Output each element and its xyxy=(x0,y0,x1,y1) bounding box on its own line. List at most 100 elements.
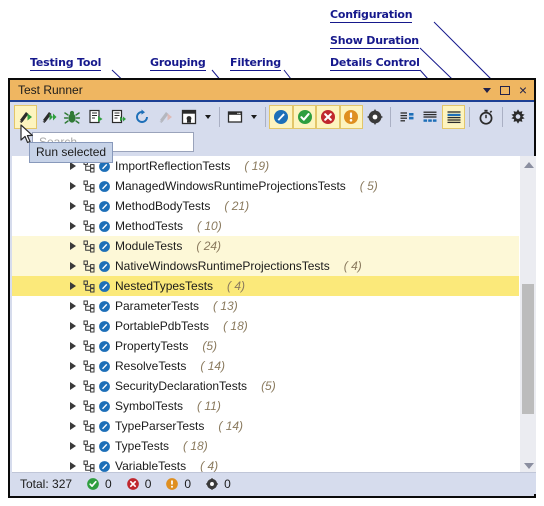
test-tree: ImportReflectionTests ( 19) ManagedWindo… xyxy=(12,156,536,474)
expand-arrow-icon[interactable] xyxy=(70,262,76,270)
stopwatch-icon xyxy=(479,109,493,125)
not-run-icon xyxy=(98,400,111,413)
grouping-button[interactable] xyxy=(224,105,247,129)
filter-ignored-button[interactable] xyxy=(363,105,386,129)
namespace-icon xyxy=(83,400,96,413)
expand-arrow-icon[interactable] xyxy=(70,322,76,330)
table-row[interactable]: ManagedWindowsRuntimeProjectionsTests ( … xyxy=(12,176,519,196)
namespace-icon xyxy=(83,340,96,353)
table-row[interactable]: NestedTypesTests ( 4) xyxy=(12,276,519,296)
not-run-icon xyxy=(98,240,111,253)
test-count: ( 5) xyxy=(359,179,378,193)
failed-icon xyxy=(126,477,139,490)
export-button[interactable] xyxy=(178,105,201,129)
status-bar: Total: 327 0 0 0 0 xyxy=(12,472,536,494)
warning-count: 0 xyxy=(165,477,191,491)
vertical-scrollbar[interactable] xyxy=(519,156,536,474)
repeat-button[interactable] xyxy=(131,105,154,129)
scrollbar-thumb[interactable] xyxy=(522,284,534,414)
configuration-button[interactable] xyxy=(507,105,530,129)
toolbar-separator xyxy=(469,107,471,127)
namespace-icon xyxy=(83,420,96,433)
warning-icon xyxy=(166,477,179,490)
table-row[interactable]: ParameterTests ( 13) xyxy=(12,296,519,316)
table-row[interactable]: SymbolTests ( 11) xyxy=(12,396,519,416)
expand-arrow-icon[interactable] xyxy=(70,362,76,370)
expand-arrow-icon[interactable] xyxy=(70,442,76,450)
annotation-configuration: Configuration xyxy=(330,8,413,23)
run-until-fail-button[interactable] xyxy=(154,105,177,129)
test-name: MethodTests xyxy=(115,219,184,233)
test-count: ( 13) xyxy=(213,299,238,313)
annotation-details-control: Details Control xyxy=(330,56,420,71)
expand-arrow-icon[interactable] xyxy=(70,242,76,250)
filter-passed-button[interactable] xyxy=(292,105,317,129)
expand-arrow-icon[interactable] xyxy=(70,302,76,310)
chevron-down-icon xyxy=(204,115,211,119)
test-count: ( 4) xyxy=(343,259,362,273)
chevron-down-icon xyxy=(250,115,257,119)
test-name: PortablePdbTests xyxy=(115,319,210,333)
restore-button[interactable] xyxy=(496,81,514,99)
expand-arrow-icon[interactable] xyxy=(70,222,76,230)
restore-icon xyxy=(500,85,510,95)
table-row[interactable]: ModuleTests ( 24) xyxy=(12,236,519,256)
table-row[interactable]: SecurityDeclarationTests (5) xyxy=(12,376,519,396)
table-row[interactable]: ResolveTests ( 14) xyxy=(12,356,519,376)
test-name: ParameterTests xyxy=(115,299,200,313)
table-row[interactable]: PropertyTests (5) xyxy=(12,336,519,356)
table-row[interactable]: NativeWindowsRuntimeProjectionsTests ( 4… xyxy=(12,256,519,276)
scroll-up-button[interactable] xyxy=(520,156,536,173)
close-button[interactable]: × xyxy=(514,81,532,99)
debug-button[interactable] xyxy=(61,105,84,129)
run-file-all-button[interactable] xyxy=(107,105,130,129)
export-dropdown-button[interactable] xyxy=(201,105,215,129)
details-bottom-button[interactable] xyxy=(419,105,442,129)
expand-arrow-icon[interactable] xyxy=(70,342,76,350)
test-count: (5) xyxy=(202,339,218,353)
show-duration-button[interactable] xyxy=(474,105,497,129)
grouping-dropdown-button[interactable] xyxy=(247,105,261,129)
expand-arrow-icon[interactable] xyxy=(70,462,76,470)
failed-icon xyxy=(320,110,335,124)
test-count: ( 18) xyxy=(223,319,248,333)
chevron-up-icon xyxy=(523,161,534,168)
window-menu-button[interactable] xyxy=(478,81,496,99)
expand-arrow-icon[interactable] xyxy=(70,422,76,430)
not-run-icon xyxy=(98,460,111,473)
expand-arrow-icon[interactable] xyxy=(70,382,76,390)
namespace-icon xyxy=(83,300,96,313)
expand-arrow-icon[interactable] xyxy=(70,202,76,210)
toolbar-separator xyxy=(501,107,503,127)
mouse-cursor xyxy=(20,124,33,144)
expand-arrow-icon[interactable] xyxy=(70,282,76,290)
passed-count-value: 0 xyxy=(105,476,112,491)
table-row[interactable]: MethodTests ( 10) xyxy=(12,216,519,236)
run-all-icon xyxy=(42,112,57,123)
run-disabled-icon xyxy=(159,112,172,123)
expand-arrow-icon[interactable] xyxy=(70,402,76,410)
expand-arrow-icon[interactable] xyxy=(70,182,76,190)
details-right-button[interactable] xyxy=(395,105,418,129)
filter-warning-button[interactable] xyxy=(339,105,363,129)
table-row[interactable]: TypeTests ( 18) xyxy=(12,436,519,456)
run-all-button[interactable] xyxy=(37,105,60,129)
test-name: PropertyTests xyxy=(115,339,189,353)
details-bottom-icon xyxy=(423,111,437,122)
details-off-button[interactable] xyxy=(441,105,466,129)
expand-arrow-icon[interactable] xyxy=(70,162,76,170)
test-runner-window: Test Runner × ImportReflectionTests (19… xyxy=(8,78,536,498)
run-file-button[interactable] xyxy=(84,105,107,129)
table-row[interactable]: MethodBodyTests ( 21) xyxy=(12,196,519,216)
test-name: NestedTypesTests xyxy=(115,279,214,293)
filter-not-run-button[interactable] xyxy=(269,105,293,129)
table-row[interactable]: PortablePdbTests ( 18) xyxy=(12,316,519,336)
warning-icon xyxy=(344,110,359,124)
test-count: ( 21) xyxy=(224,199,250,213)
test-count: ( 11) xyxy=(197,399,221,413)
test-count: ( 4) xyxy=(227,279,246,293)
test-name: ManagedWindowsRuntimeProjectionsTests xyxy=(115,179,346,193)
filter-failed-button[interactable] xyxy=(316,105,340,129)
table-row[interactable]: TypeParserTests ( 14) xyxy=(12,416,519,436)
window-group-icon xyxy=(228,111,243,123)
